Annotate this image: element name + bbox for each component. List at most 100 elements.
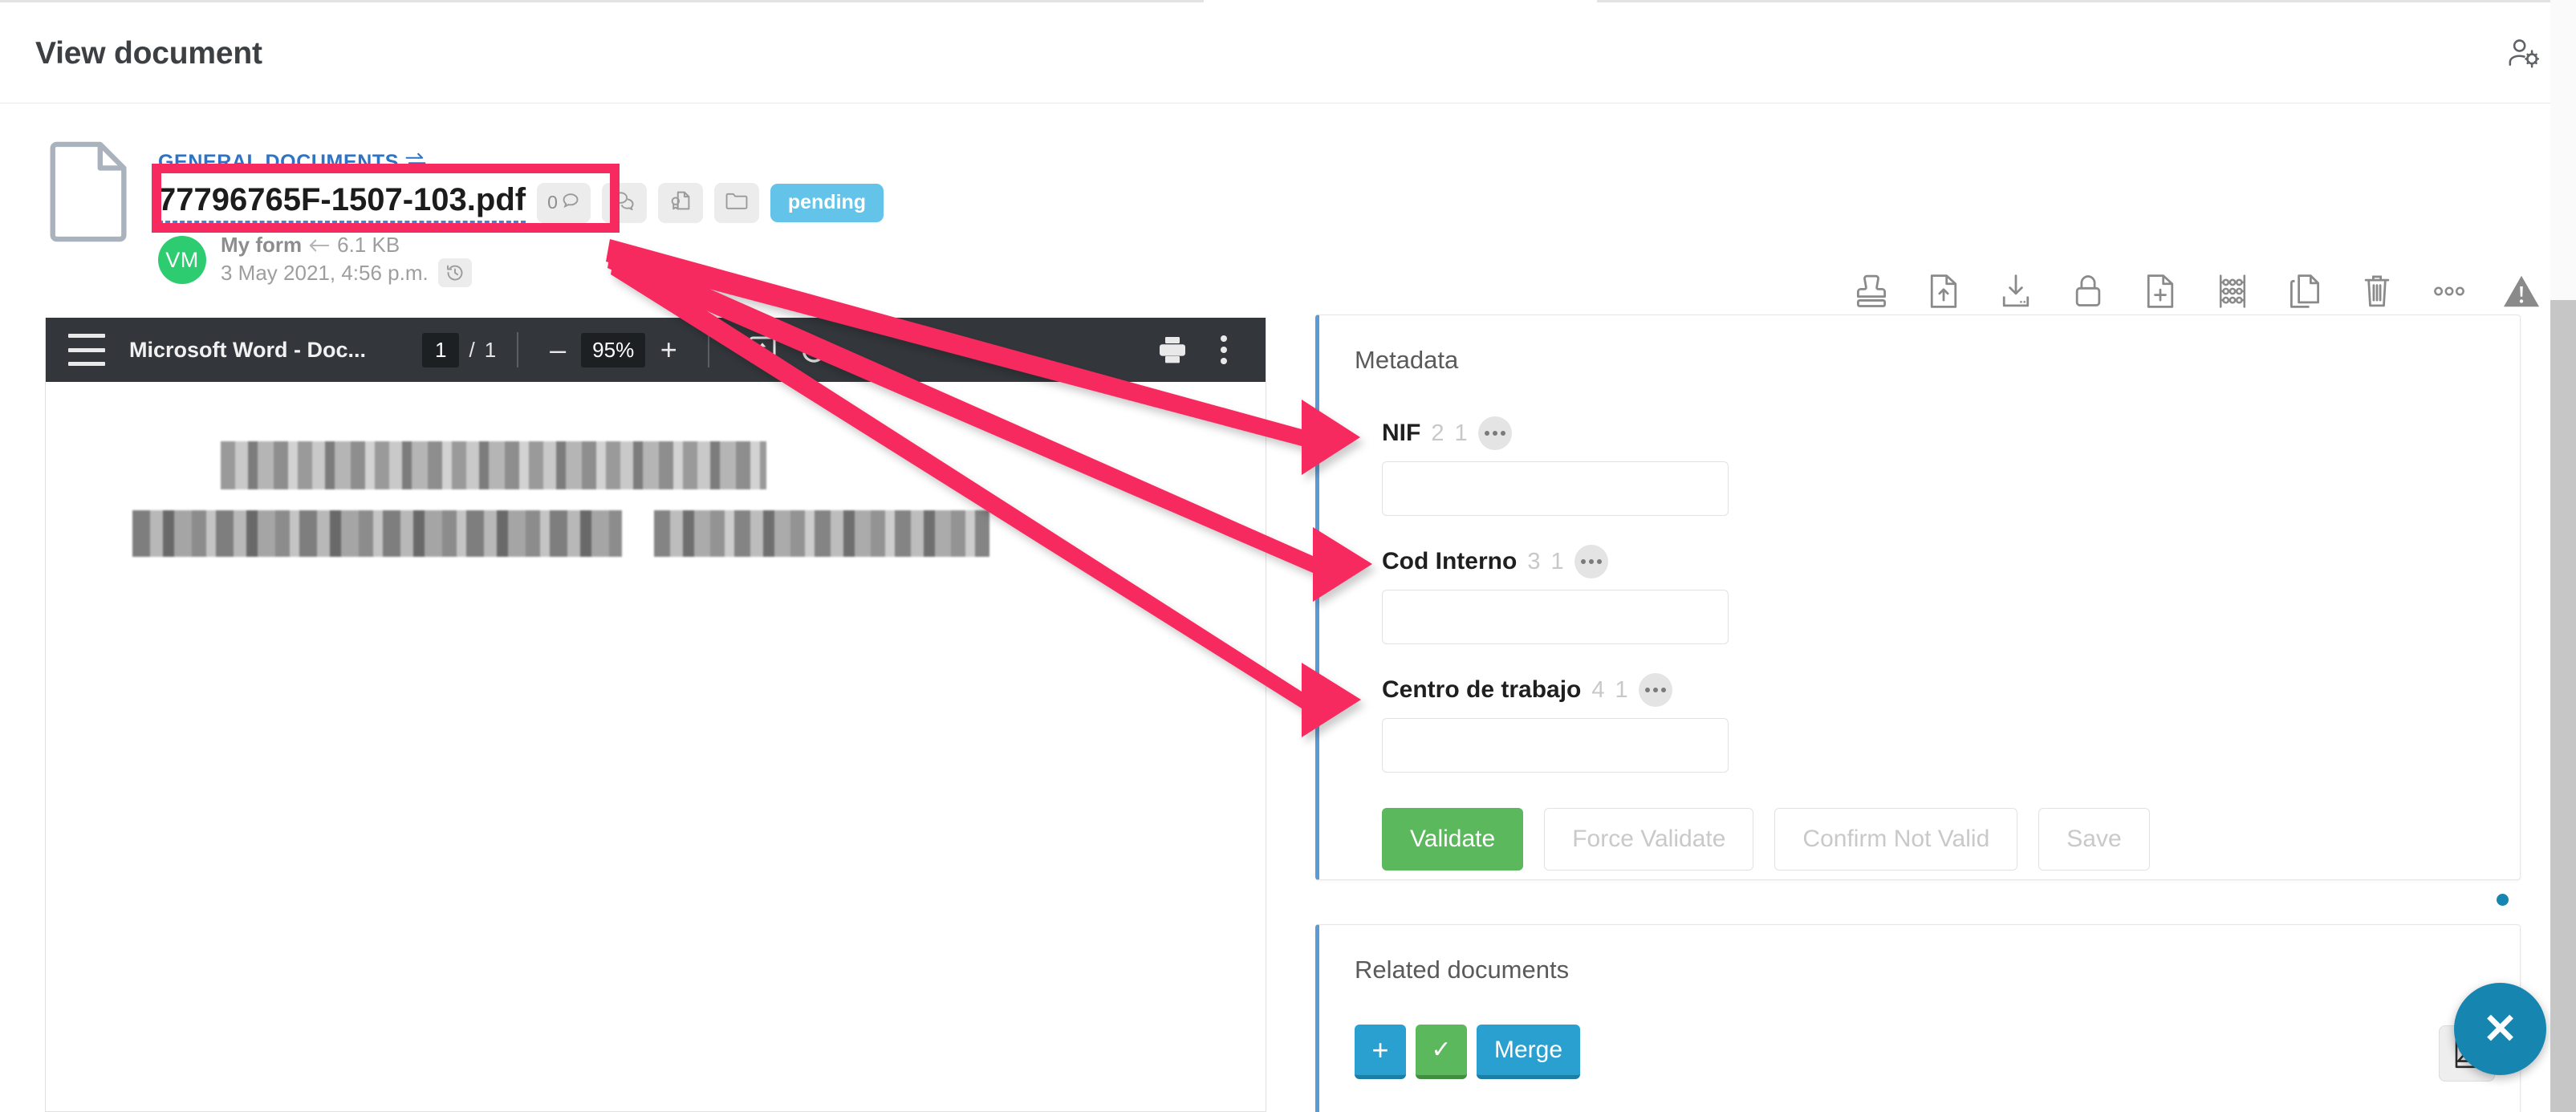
force-validate-button[interactable]: Force Validate — [1544, 808, 1754, 871]
status-badge[interactable]: pending — [770, 183, 884, 222]
document-file-icon — [48, 140, 132, 243]
close-button[interactable]: ✕ — [2454, 983, 2546, 1075]
comment-count-chip[interactable]: 0 — [537, 182, 591, 223]
filename-editable[interactable]: 77796765F-1507-103.pdf — [158, 182, 526, 223]
field-index: 4 — [1591, 676, 1605, 703]
field-input-cod-interno[interactable] — [1382, 590, 1729, 644]
hamburger-icon[interactable] — [68, 334, 105, 366]
rotate-ccw-icon[interactable] — [794, 331, 833, 369]
arrow-left-icon — [309, 233, 330, 258]
owner-line: My form 6.1 KB — [221, 233, 472, 258]
submeta-lines: My form 6.1 KB 3 May 2021, 4:56 p.m. — [221, 233, 472, 287]
breadcrumb-label: GENERAL DOCUMENTS — [158, 151, 400, 173]
add-document-button[interactable] — [2138, 269, 2183, 314]
user-gear-icon[interactable] — [2504, 33, 2546, 75]
delete-button[interactable] — [2355, 269, 2399, 314]
redacted-text-block-1 — [221, 441, 766, 489]
field-label-cod-interno: Cod Interno 3 1 — [1382, 545, 2520, 578]
pdf-viewer: Microsoft Word - Doc... 1 / 1 – 95% + — [45, 318, 1266, 1112]
ellipsis-icon[interactable] — [1638, 673, 1672, 707]
toolbar-divider-2 — [708, 332, 710, 367]
owner-name: My form — [221, 233, 303, 257]
view-document-page: View document GENERAL DOCUMENTS 77796765… — [0, 0, 2576, 1112]
document-toolbar — [1849, 269, 2544, 314]
lock-button[interactable] — [2066, 269, 2111, 314]
more-vertical-icon[interactable] — [1205, 331, 1243, 369]
fit-page-icon[interactable] — [743, 331, 782, 369]
merge-button[interactable]: Merge — [1477, 1025, 1581, 1079]
toolbar-divider-1 — [517, 332, 519, 367]
save-button[interactable]: Save — [2038, 808, 2150, 871]
document-header: GENERAL DOCUMENTS 77796765F-1507-103.pdf… — [0, 120, 2576, 308]
field-name: Centro de trabajo — [1382, 676, 1582, 703]
related-documents-panel: Related documents + ✓ Merge — [1315, 924, 2521, 1112]
confirm-related-button[interactable]: ✓ — [1416, 1025, 1467, 1079]
field-name: NIF — [1382, 420, 1421, 446]
tab-edge-left — [0, 0, 1204, 2]
ellipsis-icon[interactable] — [1477, 416, 1512, 450]
print-icon[interactable] — [1153, 331, 1192, 369]
metadata-field-centro-de-trabajo: Centro de trabajo 4 1 — [1382, 673, 2520, 773]
related-documents-title: Related documents — [1355, 956, 1570, 984]
metadata-panel: Metadata NIF 2 1 Cod Interno 3 1 Centro … — [1315, 315, 2521, 880]
stamp-button[interactable] — [1849, 269, 1894, 314]
related-actions: + ✓ Merge — [1355, 1025, 2520, 1079]
timestamp-line: 3 May 2021, 4:56 p.m. — [221, 258, 472, 287]
field-index: 3 — [1527, 548, 1541, 574]
copy-button[interactable] — [2282, 269, 2327, 314]
zoom-level-input[interactable]: 95% — [581, 332, 646, 367]
scrollbar-thumb[interactable] — [2550, 300, 2576, 1112]
signed-document-icon — [670, 190, 691, 216]
panel-status-dot — [2497, 894, 2509, 906]
field-label-centro-de-trabajo: Centro de trabajo 4 1 — [1382, 673, 2520, 707]
field-label-nif: NIF 2 1 — [1382, 416, 2520, 450]
metadata-actions: Validate Force Validate Confirm Not Vali… — [1382, 808, 2520, 871]
folder-chip[interactable] — [713, 182, 759, 223]
download-button[interactable] — [1993, 269, 2038, 314]
avatar: VM — [158, 236, 206, 284]
redacted-text-block-2 — [132, 510, 622, 557]
upload-version-button[interactable] — [1921, 269, 1966, 314]
filesize: 6.1 KB — [337, 233, 400, 257]
page-scrollbar[interactable] — [2550, 0, 2576, 1112]
zoom-out-button[interactable]: – — [539, 335, 576, 364]
add-related-button[interactable]: + — [1355, 1025, 1406, 1079]
transfer-icon — [405, 151, 426, 174]
timestamp: 3 May 2021, 4:56 p.m. — [221, 260, 429, 285]
page-separator: / — [469, 337, 475, 362]
page-header: View document — [0, 4, 2576, 103]
chat-bubbles-icon — [613, 191, 636, 215]
tab-edge-right — [1597, 0, 2576, 2]
field-input-nif[interactable] — [1382, 461, 1729, 516]
pdf-title: Microsoft Word - Doc... — [129, 337, 366, 362]
warning-button[interactable] — [2499, 269, 2544, 314]
field-count: 1 — [1615, 676, 1628, 703]
field-name: Cod Interno — [1382, 548, 1518, 574]
history-icon[interactable] — [437, 258, 472, 287]
sign-document-chip[interactable] — [657, 182, 703, 223]
page-total: 1 — [484, 337, 497, 362]
zoom-in-button[interactable]: + — [650, 335, 687, 364]
document-submeta: VM My form 6.1 KB 3 May 2021, 4:56 p.m. — [158, 233, 884, 287]
folder-icon — [725, 192, 748, 214]
comment-count-label: 0 — [547, 192, 558, 213]
field-input-centro-de-trabajo[interactable] — [1382, 718, 1729, 773]
page-number-input[interactable]: 1 — [422, 332, 460, 367]
confirm-not-valid-button[interactable]: Confirm Not Valid — [1774, 808, 2018, 871]
more-options-button[interactable] — [2427, 269, 2472, 314]
document-info: GENERAL DOCUMENTS 77796765F-1507-103.pdf… — [158, 120, 884, 287]
validate-button[interactable]: Validate — [1382, 808, 1524, 871]
breadcrumb[interactable]: GENERAL DOCUMENTS — [158, 151, 884, 174]
field-index: 2 — [1431, 420, 1444, 446]
filename-row: 77796765F-1507-103.pdf 0 pending — [158, 182, 884, 223]
redacted-text-block-3 — [654, 510, 989, 557]
metadata-field-cod-interno: Cod Interno 3 1 — [1382, 545, 2520, 644]
comments-chip[interactable] — [601, 182, 647, 223]
pdf-page — [46, 382, 1266, 1111]
metadata-field-nif: NIF 2 1 — [1382, 416, 2520, 516]
field-count: 1 — [1550, 548, 1564, 574]
metadata-title: Metadata — [1355, 346, 1459, 374]
field-count: 1 — [1454, 420, 1468, 446]
abacus-button[interactable] — [2210, 269, 2255, 314]
ellipsis-icon[interactable] — [1574, 545, 1608, 578]
